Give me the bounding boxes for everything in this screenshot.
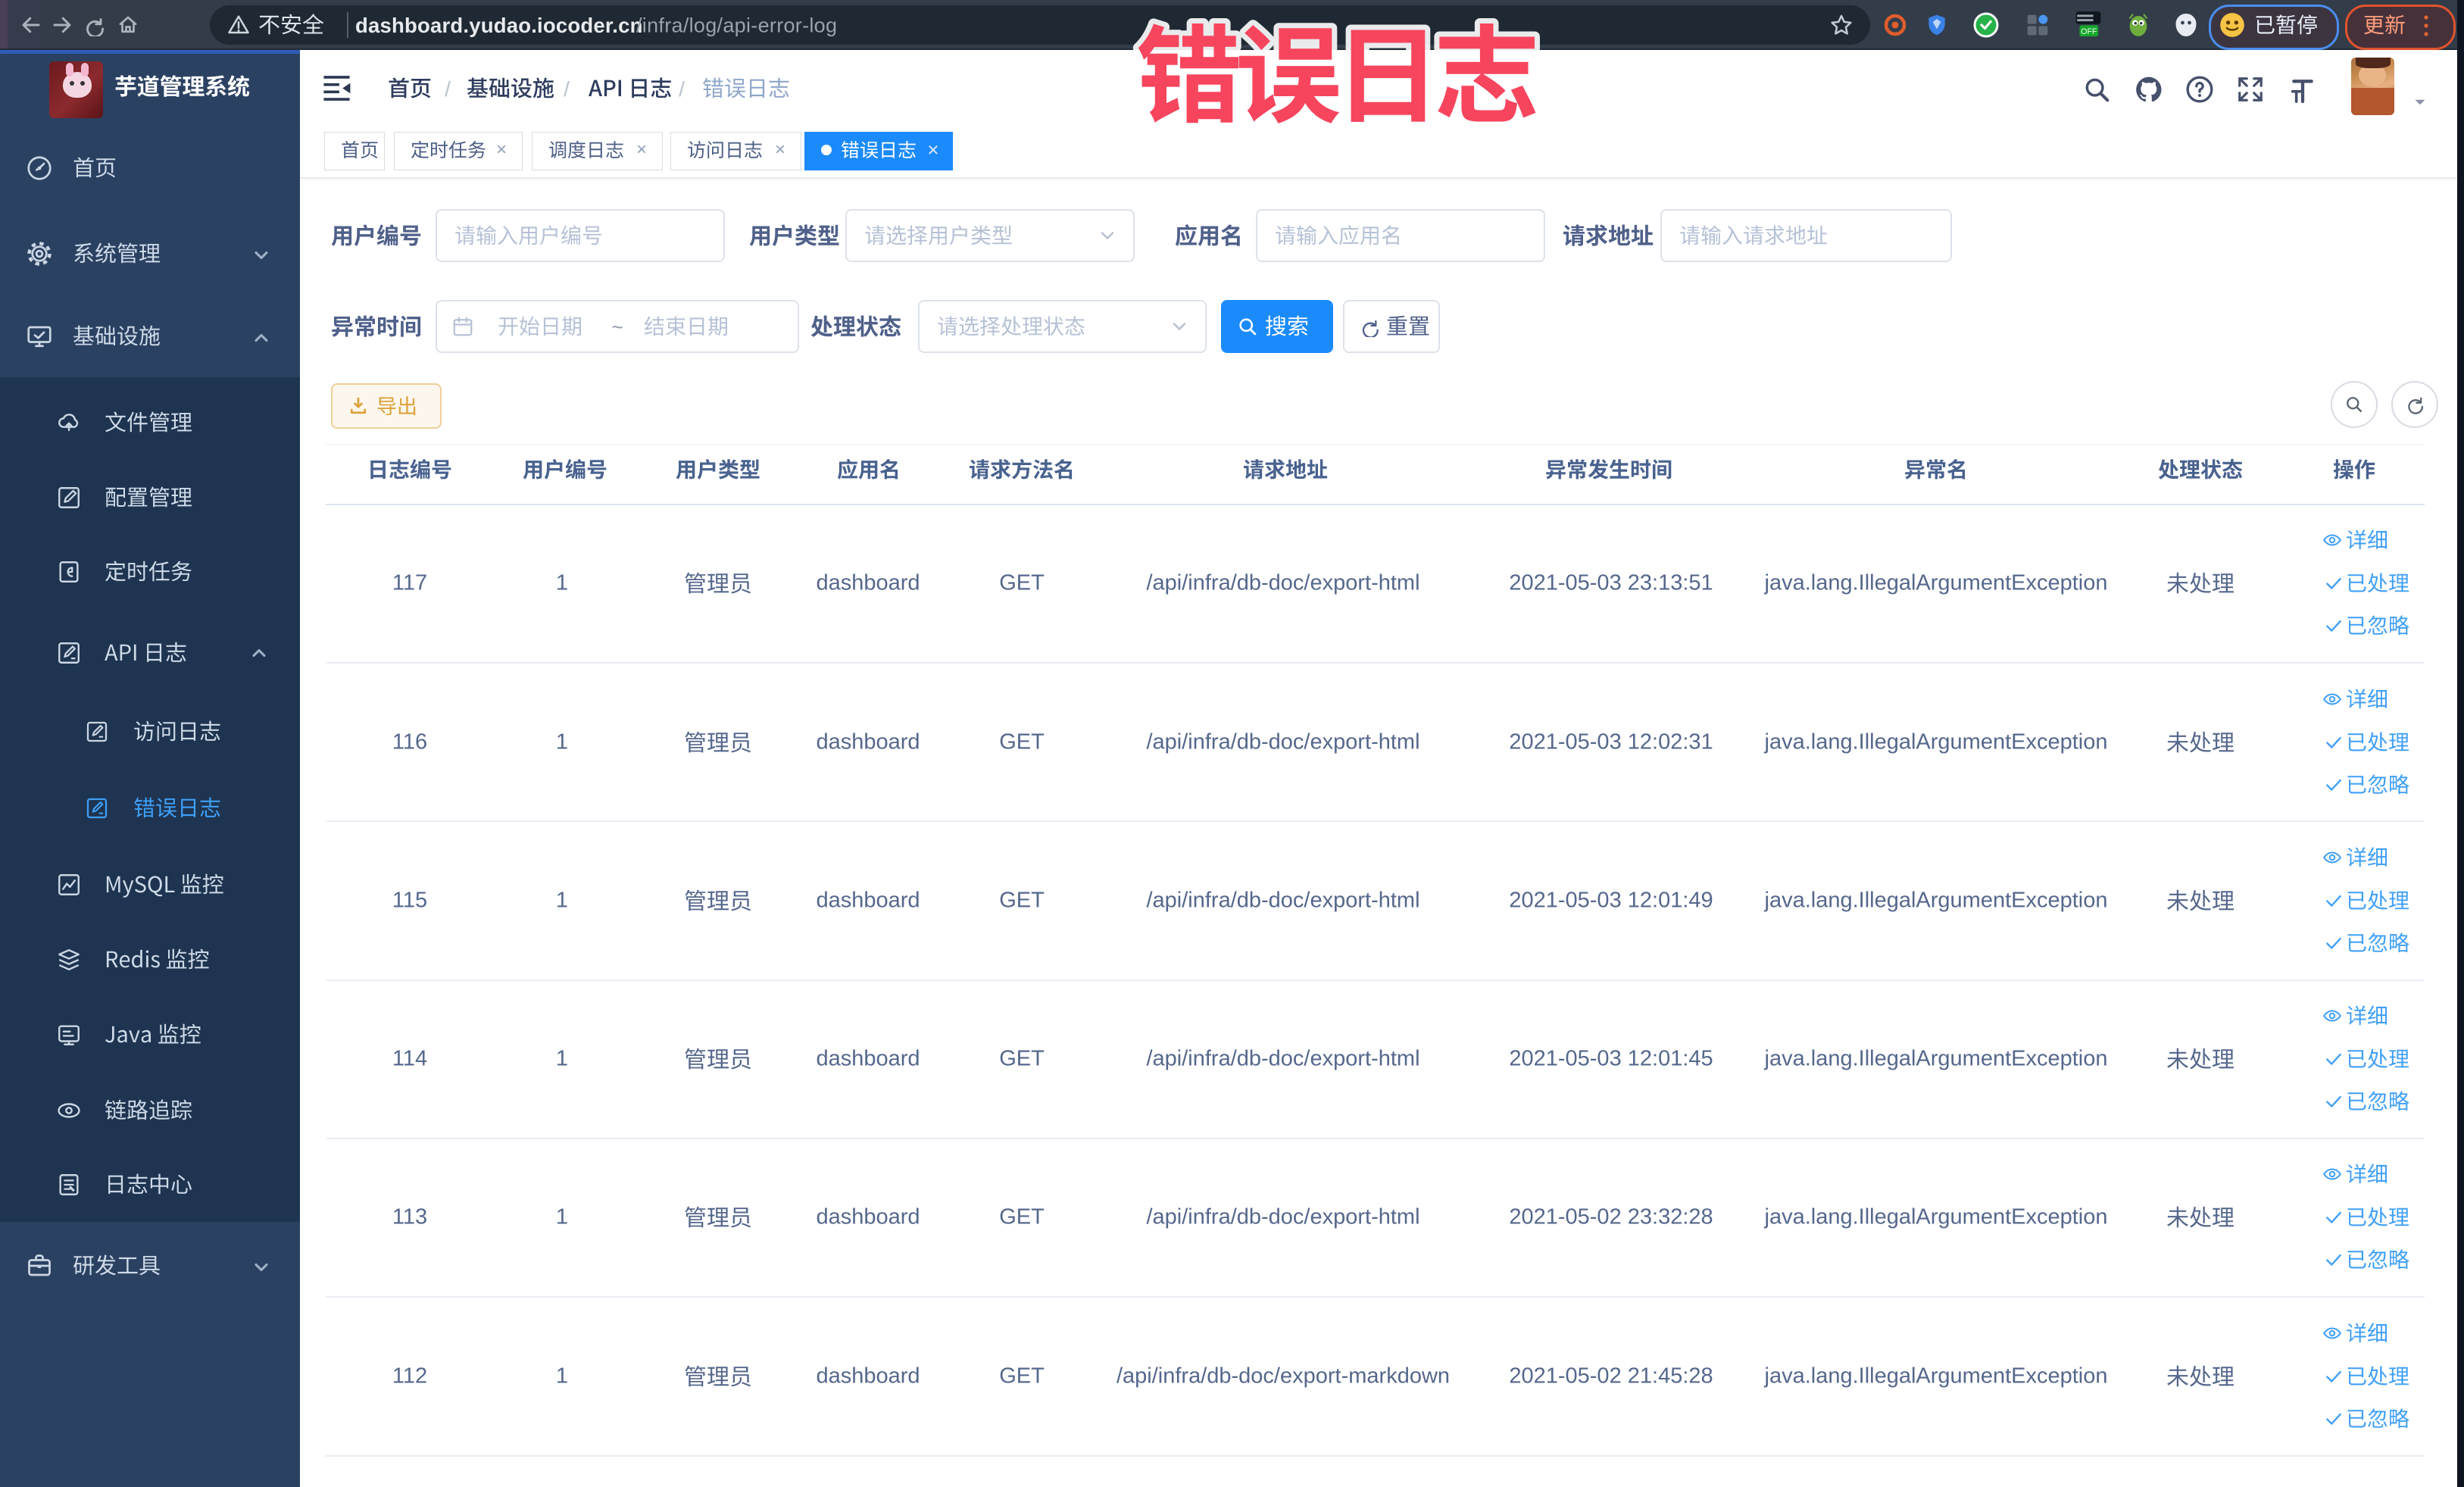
- svg-text:OFF: OFF: [2081, 27, 2097, 36]
